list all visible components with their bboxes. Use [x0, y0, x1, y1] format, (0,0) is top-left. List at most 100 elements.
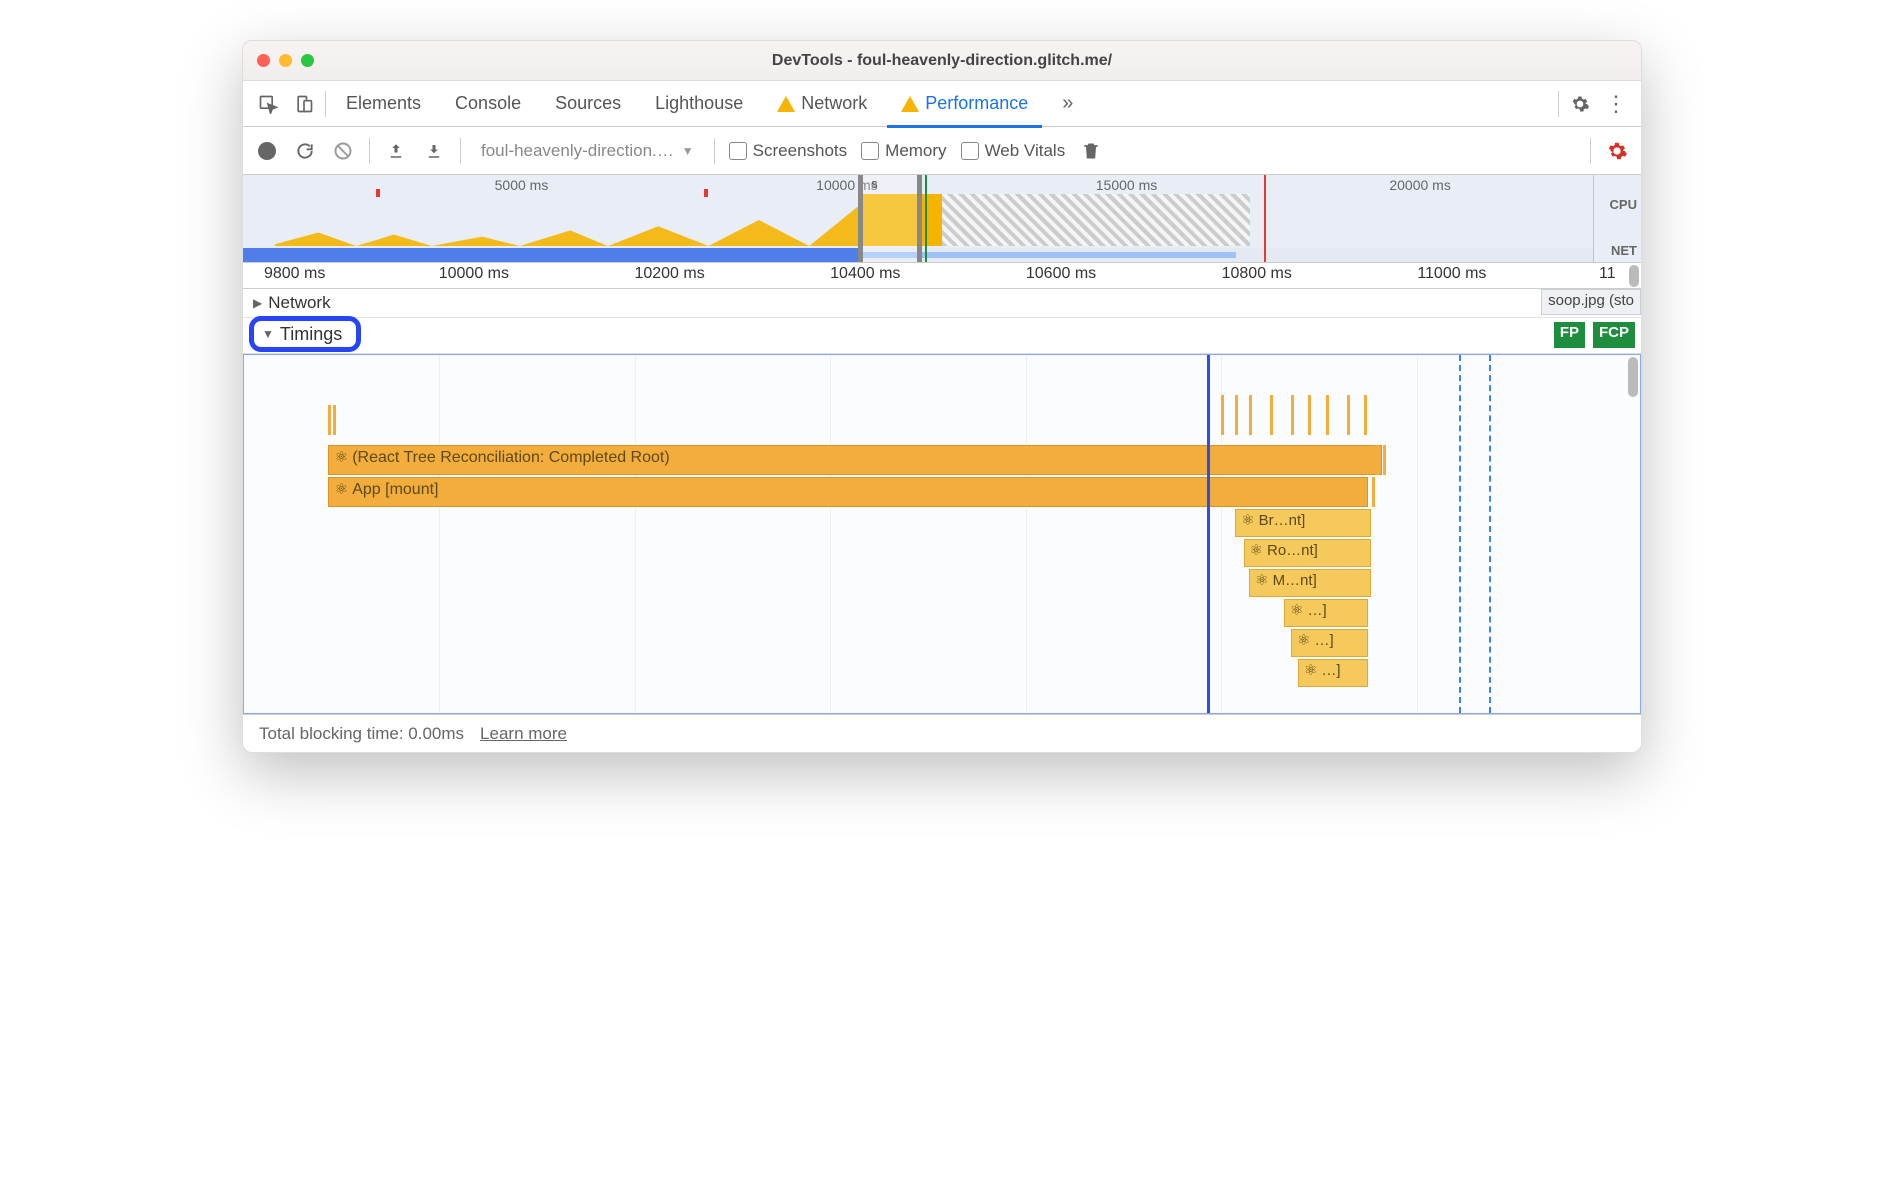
inspect-element-icon[interactable]: [253, 89, 283, 119]
vertical-scrollbar[interactable]: [1628, 357, 1638, 397]
fcp-marker[interactable]: FCP: [1593, 322, 1637, 348]
status-bar: Total blocking time: 0.00ms Learn more: [243, 714, 1641, 752]
selection-mark: s: [871, 176, 878, 191]
separator: [325, 91, 326, 117]
chevron-down-icon: ▼: [262, 327, 274, 341]
flame-bar-br[interactable]: Br…nt]: [1235, 509, 1370, 537]
flame-bar[interactable]: [1249, 395, 1252, 435]
profile-select-label: foul-heavenly-direction.…: [481, 141, 674, 161]
upload-profile-button[interactable]: [384, 139, 408, 163]
overview-labels: CPU NET: [1593, 175, 1641, 262]
ruler-tick-label: 10800 ms: [1222, 265, 1292, 283]
timings-track-header[interactable]: ▼ Timings FP FCP: [243, 318, 1641, 354]
tab-network[interactable]: Network: [763, 83, 881, 124]
profile-select[interactable]: foul-heavenly-direction.… ▼: [475, 139, 700, 163]
separator: [460, 138, 461, 164]
chevron-right-icon: [1062, 92, 1073, 115]
tabs-overflow[interactable]: [1048, 82, 1087, 125]
overview-green-marker: [925, 175, 927, 262]
flame-bar[interactable]: [1383, 445, 1386, 475]
more-menu-icon[interactable]: [1601, 89, 1631, 119]
network-track-header[interactable]: ▶ Network: [243, 289, 1641, 317]
network-request-chip[interactable]: soop.jpg (sto: [1541, 289, 1641, 315]
chevron-right-icon: ▶: [253, 296, 262, 310]
ruler-tick-label: 9800 ms: [264, 265, 325, 283]
overview-marker: [704, 189, 708, 197]
device-toolbar-icon[interactable]: [289, 89, 319, 119]
separator: [369, 138, 370, 164]
flame-bar-m[interactable]: M…nt]: [1249, 569, 1370, 597]
network-label: Network: [268, 293, 330, 313]
garbage-collect-button[interactable]: [1079, 139, 1103, 163]
flame-bar[interactable]: [1308, 395, 1311, 435]
network-track[interactable]: ▶ Network soop.jpg (sto: [243, 289, 1641, 318]
time-ruler[interactable]: 9800 ms 10000 ms 10200 ms 10400 ms 10600…: [243, 263, 1641, 289]
flame-bar-app-mount[interactable]: App [mount]: [328, 477, 1368, 507]
overview-timeline[interactable]: 5000 ms 10000 ms 15000 ms 20000 ms s CPU…: [243, 175, 1641, 263]
flame-bar[interactable]: [1235, 395, 1238, 435]
performance-toolbar: foul-heavenly-direction.… ▼ Screenshots …: [243, 127, 1641, 175]
flame-bar[interactable]: [1364, 395, 1367, 435]
checkbox-icon: [961, 142, 979, 160]
reload-record-button[interactable]: [293, 139, 317, 163]
fp-marker[interactable]: FP: [1554, 322, 1587, 348]
flame-bar[interactable]: [328, 405, 331, 435]
flame-bar[interactable]: [1372, 477, 1375, 507]
memory-checkbox[interactable]: Memory: [861, 141, 946, 161]
tab-label: Elements: [346, 93, 421, 114]
chevron-down-icon: ▼: [682, 144, 694, 158]
screenshots-checkbox[interactable]: Screenshots: [729, 141, 848, 161]
flame-bar[interactable]: [1347, 395, 1350, 435]
flame-bar[interactable]: [333, 405, 336, 435]
separator: [1590, 138, 1591, 164]
overview-cpu-graph: [243, 194, 872, 246]
close-window-icon[interactable]: [257, 54, 270, 67]
blocking-time-label: Total blocking time: 0.00ms: [259, 724, 464, 744]
checkbox-label: Screenshots: [753, 141, 848, 161]
tab-label: Console: [455, 93, 521, 114]
tab-label: Performance: [925, 93, 1028, 114]
flame-bar[interactable]: [1326, 395, 1329, 435]
cpu-label: CPU: [1598, 197, 1637, 212]
checkbox-label: Memory: [885, 141, 946, 161]
download-profile-button[interactable]: [422, 139, 446, 163]
window-title: DevTools - foul-heavenly-direction.glitc…: [772, 52, 1112, 70]
tab-lighthouse[interactable]: Lighthouse: [641, 83, 757, 124]
flame-bar-nested[interactable]: …]: [1298, 659, 1368, 687]
tab-performance[interactable]: Performance: [887, 83, 1042, 124]
separator: [714, 138, 715, 164]
maximize-window-icon[interactable]: [301, 54, 314, 67]
devtools-tabs: Elements Console Sources Lighthouse Netw…: [243, 81, 1641, 127]
flame-bar-nested[interactable]: …]: [1284, 599, 1368, 627]
tab-console[interactable]: Console: [441, 83, 535, 124]
capture-settings-icon[interactable]: [1605, 139, 1629, 163]
flame-bar-nested[interactable]: …]: [1291, 629, 1368, 657]
flame-bar[interactable]: [1221, 395, 1224, 435]
settings-icon[interactable]: [1565, 89, 1595, 119]
webvitals-checkbox[interactable]: Web Vitals: [961, 141, 1066, 161]
ruler-tick-label: 10400 ms: [830, 265, 900, 283]
flame-bar-ro[interactable]: Ro…nt]: [1244, 539, 1371, 567]
flame-bar[interactable]: [1270, 395, 1273, 435]
tab-elements[interactable]: Elements: [332, 83, 435, 124]
devtools-window: DevTools - foul-heavenly-direction.glitc…: [242, 40, 1642, 753]
checkbox-label: Web Vitals: [985, 141, 1066, 161]
flame-bar[interactable]: [1291, 395, 1294, 435]
overview-tick-label: 15000 ms: [1096, 177, 1157, 193]
clear-button[interactable]: [331, 139, 355, 163]
horizontal-scrollbar[interactable]: [1629, 265, 1639, 287]
marker-dashed: [1459, 355, 1461, 713]
record-button[interactable]: [255, 139, 279, 163]
timings-flamegraph[interactable]: (React Tree Reconciliation: Completed Ro…: [243, 354, 1641, 714]
minimize-window-icon[interactable]: [279, 54, 292, 67]
tab-label: Lighthouse: [655, 93, 743, 114]
tab-sources[interactable]: Sources: [541, 83, 635, 124]
playhead-line[interactable]: [1207, 355, 1210, 713]
flame-bar-reconciliation[interactable]: (React Tree Reconciliation: Completed Ro…: [328, 445, 1382, 475]
learn-more-link[interactable]: Learn more: [480, 724, 567, 744]
overview-tick-label: 20000 ms: [1389, 177, 1450, 193]
warning-icon: [901, 96, 919, 112]
flame-bar[interactable]: [1375, 445, 1379, 475]
overview-selection-handles[interactable]: s: [858, 175, 922, 262]
ruler-tick-label: 11: [1599, 265, 1616, 283]
